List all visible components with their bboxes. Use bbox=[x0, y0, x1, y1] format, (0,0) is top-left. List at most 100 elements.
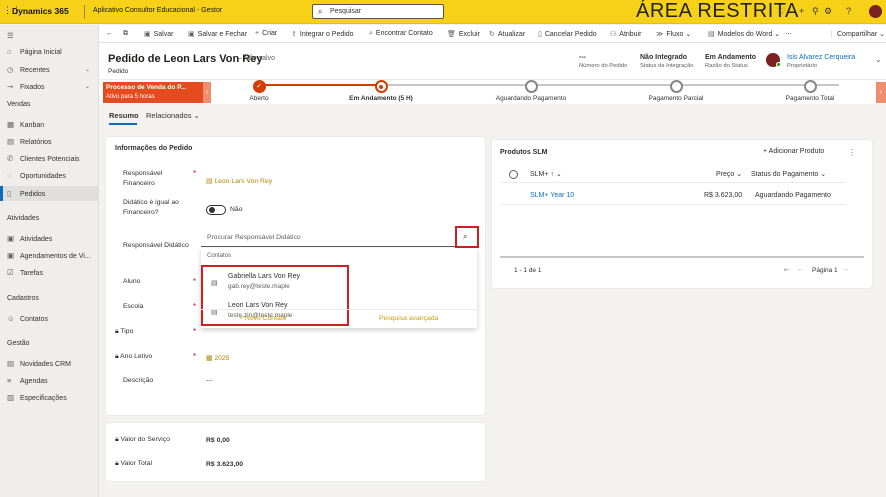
header-divider bbox=[500, 182, 846, 183]
owner-name[interactable]: Isis Alvarez Cerqueira bbox=[787, 54, 855, 61]
nav-tasks[interactable]: ☑ Tarefas bbox=[7, 268, 43, 277]
previous-page-icon[interactable]: ← bbox=[797, 266, 804, 273]
nav-opportunities[interactable]: ◌ Oportunidades bbox=[7, 171, 66, 180]
global-search-input[interactable]: ⌕ Pesquisar bbox=[312, 4, 444, 19]
more-commands-icon[interactable]: ⋯ bbox=[785, 30, 792, 38]
nav-crm-news-label: Novidades CRM bbox=[20, 361, 71, 368]
word-templates-button[interactable]: ▤ Modelos do Word ⌄ bbox=[708, 30, 780, 38]
app-name[interactable]: Aplicativo Consultor Educacional - Gesto… bbox=[93, 7, 222, 14]
lightbulb-icon[interactable]: ♡ bbox=[778, 6, 786, 17]
popout-icon[interactable]: ⧉ bbox=[123, 30, 128, 38]
save-label: Salvar bbox=[153, 31, 174, 38]
same-financial-value: Não bbox=[230, 206, 243, 213]
save-icon: ▣ bbox=[144, 31, 151, 38]
user-avatar[interactable] bbox=[868, 4, 883, 19]
didactic-lookup-input[interactable]: Procurar Responsável Didático bbox=[201, 229, 477, 247]
more-options-icon[interactable]: ⋮ bbox=[848, 148, 856, 157]
integration-label: Status da Integração bbox=[640, 63, 694, 69]
tab-related-label: Relacionados bbox=[146, 111, 192, 120]
nav-kanban[interactable]: ▦ Kanban bbox=[7, 120, 44, 129]
column-header-product[interactable]: SLM+ ↑ ⌄ bbox=[530, 170, 562, 178]
assign-button[interactable]: ⚇ Atribuir bbox=[610, 30, 641, 38]
nav-appointments[interactable]: ▣ Agendamentos de Vi... bbox=[7, 251, 91, 260]
nav-leads[interactable]: ✆ Clientes Potenciais bbox=[7, 154, 80, 163]
create-button[interactable]: + Criar bbox=[255, 30, 277, 37]
column-header-price[interactable]: Preço ⌄ bbox=[716, 170, 742, 178]
stage-aberto[interactable]: ✓ Aberto bbox=[209, 80, 309, 102]
chevron-down-icon[interactable]: ⌄ bbox=[875, 55, 882, 64]
horizontal-scrollbar[interactable] bbox=[500, 256, 864, 258]
chevron-down-icon[interactable]: ⌄ bbox=[85, 83, 90, 90]
lookup-result-item[interactable]: ▤ Gabriella Lars Von Rey gab.rey@teste.m… bbox=[206, 269, 346, 296]
nav-opportunities-label: Oportunidades bbox=[20, 173, 66, 180]
next-page-icon[interactable]: → bbox=[842, 266, 849, 273]
same-financial-toggle[interactable] bbox=[206, 205, 226, 215]
save-close-button[interactable]: ▣ Salvar e Fechar bbox=[188, 30, 247, 38]
advanced-search-link[interactable]: Pesquisa avançada bbox=[379, 315, 438, 322]
stage-em-andamento[interactable]: Em Andamento (5 H) bbox=[331, 80, 431, 102]
integrate-button[interactable]: ⇪ Integrar o Pedido bbox=[291, 30, 354, 38]
refresh-button[interactable]: ↻ Atualizar bbox=[489, 30, 525, 38]
nav-appointments-label: Agendamentos de Vi... bbox=[20, 253, 91, 260]
service-value-label: 🔒︎ Valor do Serviço bbox=[115, 436, 170, 444]
nav-recent[interactable]: ◷ Recentes bbox=[7, 65, 97, 74]
nav-reports-label: Relatórios bbox=[20, 139, 52, 146]
nav-agendas[interactable]: ≡ Agendas bbox=[7, 376, 48, 385]
form-tabs: Resumo Relacionados ⌄ bbox=[99, 104, 886, 126]
new-contact-button[interactable]: + Novo Contato bbox=[239, 315, 286, 322]
find-contact-button[interactable]: ⌕ Encontrar Contato bbox=[369, 30, 433, 38]
nav-activities[interactable]: ▣ Atividades bbox=[7, 234, 52, 243]
share-button[interactable]: Compartilhar ⌄ bbox=[831, 30, 885, 38]
tab-related[interactable]: Relacionados ⌄ bbox=[146, 111, 200, 120]
add-product-button[interactable]: + Adicionar Produto bbox=[763, 148, 824, 155]
financial-value[interactable]: ▤ Leon Lars Von Rey bbox=[206, 177, 272, 185]
tab-summary[interactable]: Resumo bbox=[109, 111, 139, 120]
nav-specs[interactable]: ▥ Especificações bbox=[7, 393, 67, 402]
order-number-value: --- bbox=[579, 54, 586, 61]
stage-pagamento-parcial[interactable]: Pagamento Parcial bbox=[626, 80, 726, 102]
nav-kanban-label: Kanban bbox=[20, 122, 45, 129]
process-name-box[interactable]: Processo de Venda do P... Ativo para 5 h… bbox=[103, 82, 203, 103]
nav-contacts[interactable]: ☺ Contatos bbox=[7, 314, 48, 323]
nav-home[interactable]: ⌂ Página Inicial bbox=[7, 47, 62, 56]
stage-label: Pagamento Total bbox=[785, 95, 835, 102]
product-name[interactable]: Dynamics 365 bbox=[12, 6, 69, 16]
year-value[interactable]: ▦ 2025 bbox=[206, 354, 229, 362]
settings-icon[interactable]: ⚙ bbox=[824, 6, 832, 17]
nav-reports[interactable]: ▤ Relatórios bbox=[7, 137, 52, 146]
back-icon[interactable]: ← bbox=[106, 30, 113, 37]
column-header-status[interactable]: Status do Pagamento ⌄ bbox=[751, 170, 826, 178]
nav-crm-news[interactable]: ▤ Novidades CRM bbox=[7, 359, 71, 368]
lookup-search-button[interactable]: ⌕ bbox=[455, 226, 479, 248]
stage-aguardando-pagamento[interactable]: Aguardando Pagamento bbox=[481, 80, 581, 102]
description-value[interactable]: --- bbox=[206, 377, 213, 384]
first-page-icon[interactable]: ⇤ bbox=[784, 266, 790, 274]
nav-recent-label: Recentes bbox=[20, 67, 50, 74]
service-label-text: Valor do Serviço bbox=[120, 436, 170, 443]
order-number-label: Número do Pedido bbox=[579, 63, 628, 69]
cancel-order-button[interactable]: ▯ Cancelar Pedido bbox=[538, 30, 597, 38]
chevron-right-icon[interactable]: › bbox=[876, 82, 886, 103]
chevron-down-icon[interactable]: ⌄ bbox=[85, 66, 90, 73]
person-icon: ☺ bbox=[7, 314, 15, 323]
flow-button[interactable]: ≫ Fluxo ⌄ bbox=[656, 30, 691, 38]
toggle-knob bbox=[209, 207, 215, 213]
add-icon[interactable]: + bbox=[799, 6, 804, 16]
delete-button[interactable]: 🗑 Excluir bbox=[447, 30, 480, 38]
header-field-owner[interactable]: Isis Alvarez Cerqueira Proprietário bbox=[787, 54, 855, 69]
filter-icon[interactable]: ⚲ bbox=[812, 6, 819, 17]
restricted-area-banner: ÁREA RESTRITA bbox=[636, 0, 799, 22]
select-all-checkbox[interactable] bbox=[509, 170, 518, 179]
nav-orders[interactable]: ▯ Pedidos bbox=[7, 189, 45, 198]
description-label: Descrição bbox=[123, 377, 154, 384]
help-icon[interactable]: ? bbox=[846, 6, 851, 16]
stage-pagamento-total[interactable]: Pagamento Total bbox=[760, 80, 860, 102]
left-navigation: ☰ ⌂ Página Inicial ◷ Recentes ⌄ ⊸ Fixados ⌄… bbox=[0, 25, 99, 497]
save-button[interactable]: ▣ Salvar bbox=[144, 30, 173, 38]
phone-icon: ✆ bbox=[7, 154, 14, 163]
product-link[interactable]: SLM+ Year 10 bbox=[530, 192, 574, 199]
nav-pinned[interactable]: ⊸ Fixados bbox=[7, 82, 45, 91]
contact-icon: ▤ bbox=[211, 280, 218, 287]
result-name: Leon Lars Von Rey bbox=[228, 302, 288, 309]
hamburger-icon[interactable]: ☰ bbox=[7, 31, 20, 40]
